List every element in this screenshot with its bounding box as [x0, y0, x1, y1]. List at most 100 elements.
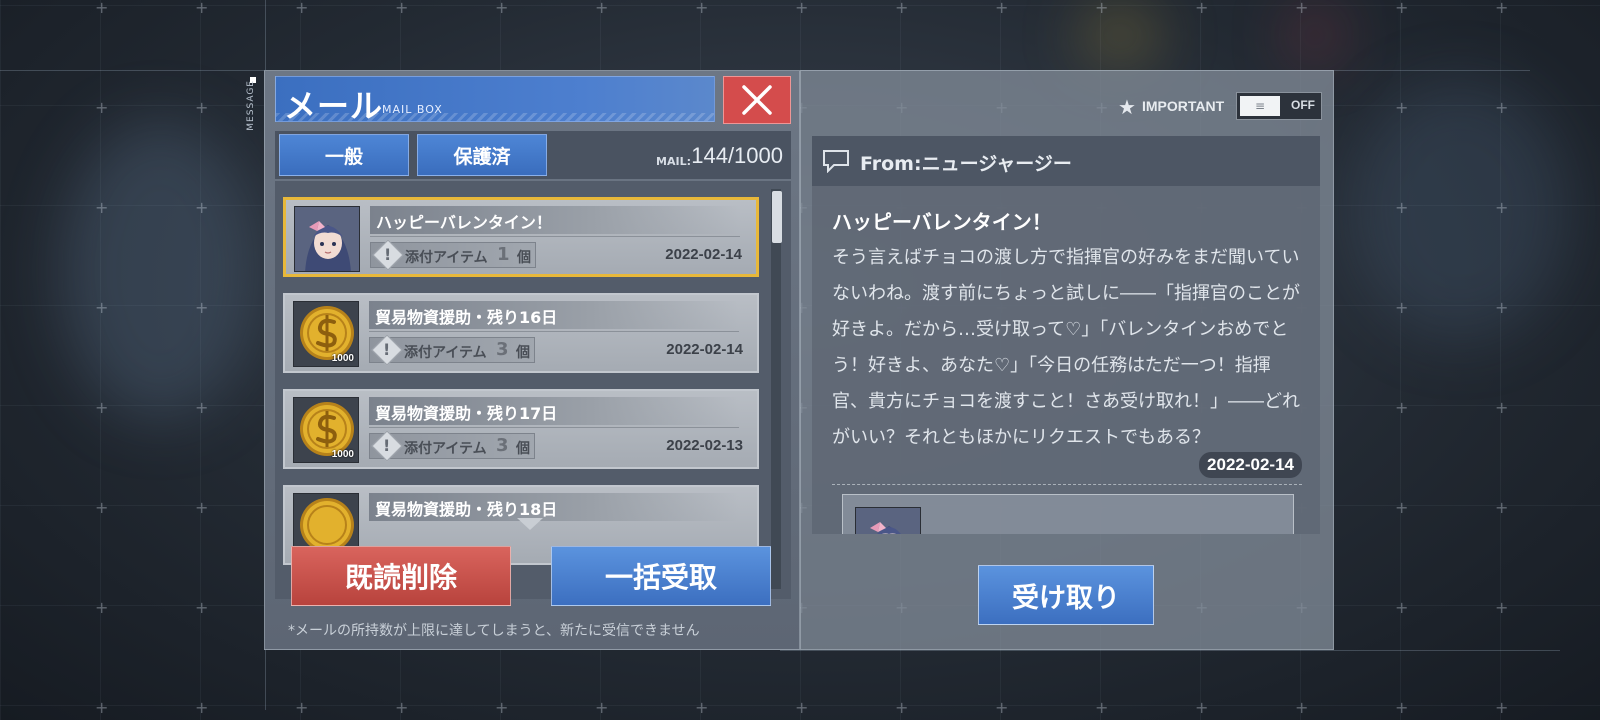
gold-coin-thumb: 1000: [293, 397, 359, 463]
character-portrait-icon: [856, 508, 920, 534]
scrollbar-thumb[interactable]: [772, 191, 782, 243]
attachment-badge: ! 添付アイテム 3 個: [369, 430, 535, 462]
mail-count-label: MAIL:: [656, 155, 691, 168]
background-plus-mark: +: [595, 0, 609, 17]
mail-detail-title: ハッピーバレンタイン！: [832, 210, 1052, 234]
exclamation-icon: !: [383, 340, 391, 359]
background-plus-mark: +: [1195, 698, 1209, 717]
background-plus-mark: +: [195, 298, 209, 317]
attachment-count: 3: [496, 435, 509, 456]
background-plus-mark: +: [1495, 0, 1509, 17]
mail-divider: [369, 427, 739, 428]
attachment-label: 添付アイテム: [404, 345, 487, 361]
background-blur: [60, 120, 260, 420]
tab-general[interactable]: 一般: [279, 134, 409, 176]
side-label: MESSAGE: [246, 80, 256, 131]
background-plus-mark: +: [1395, 198, 1409, 217]
background-plus-mark: +: [995, 0, 1009, 17]
background-plus-mark: +: [95, 698, 109, 717]
background-plus-mark: +: [1395, 498, 1409, 517]
background-plus-mark: +: [395, 698, 409, 717]
tab-protected[interactable]: 保護済: [417, 134, 547, 176]
mail-item-valentine[interactable]: ハッピーバレンタイン！ ! 添付アイテム 1 個 2022-02-14: [283, 197, 759, 277]
background-plus-mark: +: [495, 0, 509, 17]
background-plus-mark: +: [195, 398, 209, 417]
mail-date: 2022-02-14: [665, 246, 742, 263]
coin-value: 1000: [331, 353, 354, 364]
attachment-item-thumb[interactable]: [855, 507, 921, 534]
background-plus-mark: +: [1395, 0, 1409, 17]
mail-divider: [369, 331, 739, 332]
attachment-label: 添付アイテム: [405, 250, 488, 266]
receive-all-button[interactable]: 一括受取: [551, 546, 771, 606]
background-plus-mark: +: [1295, 698, 1309, 717]
close-button[interactable]: [723, 76, 791, 124]
mailbox-title-bar: メール MAIL BOX: [275, 76, 715, 125]
background-blur: [1290, 10, 1340, 60]
character-portrait-thumb: [294, 206, 360, 272]
background-plus-mark: +: [1395, 398, 1409, 417]
attachment-box: [842, 494, 1294, 534]
background-plus-mark: +: [1095, 698, 1109, 717]
background-plus-mark: +: [1495, 198, 1509, 217]
background-plus-mark: +: [195, 198, 209, 217]
background-plus-mark: +: [295, 698, 309, 717]
background-plus-mark: +: [195, 498, 209, 517]
scrollbar-track[interactable]: [771, 189, 781, 589]
mail-item-trade-17[interactable]: 1000 貿易物資援助・残り17日 ! 添付アイテム 3 個 2022-02-1…: [283, 389, 759, 469]
background-plus-mark: +: [1495, 398, 1509, 417]
sender-name: From:ニュージャージー: [860, 153, 1072, 175]
attachment-unit: 個: [516, 345, 530, 361]
attachment-count: 1: [497, 244, 510, 265]
background-blur: [1350, 80, 1570, 340]
background-plus-mark: +: [195, 698, 209, 717]
background-plus-mark: +: [1495, 498, 1509, 517]
toggle-state: OFF: [1291, 98, 1315, 112]
mail-date: 2022-02-13: [666, 437, 743, 454]
background-plus-mark: +: [1095, 0, 1109, 17]
background-plus-mark: +: [195, 598, 209, 617]
background-blur: [1080, 10, 1160, 60]
mail-detail-body: ハッピーバレンタイン！ そう言えばチョコの渡し方で指揮官の好みをまだ聞いていない…: [812, 186, 1320, 534]
mailbox-limit-note: *メールの所持数が上限に達してしまうと、新たに受信できません: [288, 623, 700, 639]
background-plus-mark: +: [1195, 0, 1209, 17]
background-plus-mark: +: [895, 698, 909, 717]
background-plus-mark: +: [795, 0, 809, 17]
mail-item-trade-16[interactable]: 1000 貿易物資援助・残り16日 ! 添付アイテム 3 個 2022-02-1…: [283, 293, 759, 373]
important-toggle[interactable]: ≡ OFF: [1236, 92, 1322, 120]
mail-count: 144/1000: [691, 143, 783, 168]
mail-divider: [370, 236, 740, 237]
background-plus-mark: +: [695, 698, 709, 717]
background-line: [780, 650, 1560, 651]
background-plus-mark: +: [995, 698, 1009, 717]
background-plus-mark: +: [695, 0, 709, 17]
mail-detail-date: 2022-02-14: [1199, 452, 1302, 478]
background-plus-mark: +: [295, 0, 309, 17]
background-plus-mark: +: [1395, 598, 1409, 617]
background-plus-mark: +: [1495, 598, 1509, 617]
mail-title: 貿易物資援助・残り16日: [375, 308, 558, 327]
delete-read-button[interactable]: 既読削除: [291, 546, 511, 606]
attachment-count: 3: [496, 339, 509, 360]
background-plus-mark: +: [795, 698, 809, 717]
background-plus-mark: +: [195, 0, 209, 17]
mail-title: ハッピーバレンタイン！: [376, 213, 552, 232]
mail-title: 貿易物資援助・残り18日: [375, 500, 558, 519]
detail-separator: [832, 484, 1302, 485]
mailbox-title: メール: [284, 87, 384, 125]
background-plus-mark: +: [1395, 98, 1409, 117]
background-plus-mark: +: [895, 0, 909, 17]
toggle-knob: ≡: [1240, 96, 1280, 116]
receive-button[interactable]: 受け取り: [978, 565, 1154, 625]
background-plus-mark: +: [1395, 298, 1409, 317]
attachment-unit: 個: [516, 441, 530, 457]
background-plus-mark: +: [395, 0, 409, 17]
star-icon: ★: [1118, 95, 1136, 119]
exclamation-icon: !: [384, 245, 392, 264]
background-plus-mark: +: [95, 0, 109, 17]
scroll-down-icon: [517, 518, 543, 530]
chat-bubble-icon: [823, 150, 849, 173]
background-plus-mark: +: [1495, 298, 1509, 317]
mail-date: 2022-02-14: [666, 341, 743, 358]
background-plus-mark: +: [95, 298, 109, 317]
